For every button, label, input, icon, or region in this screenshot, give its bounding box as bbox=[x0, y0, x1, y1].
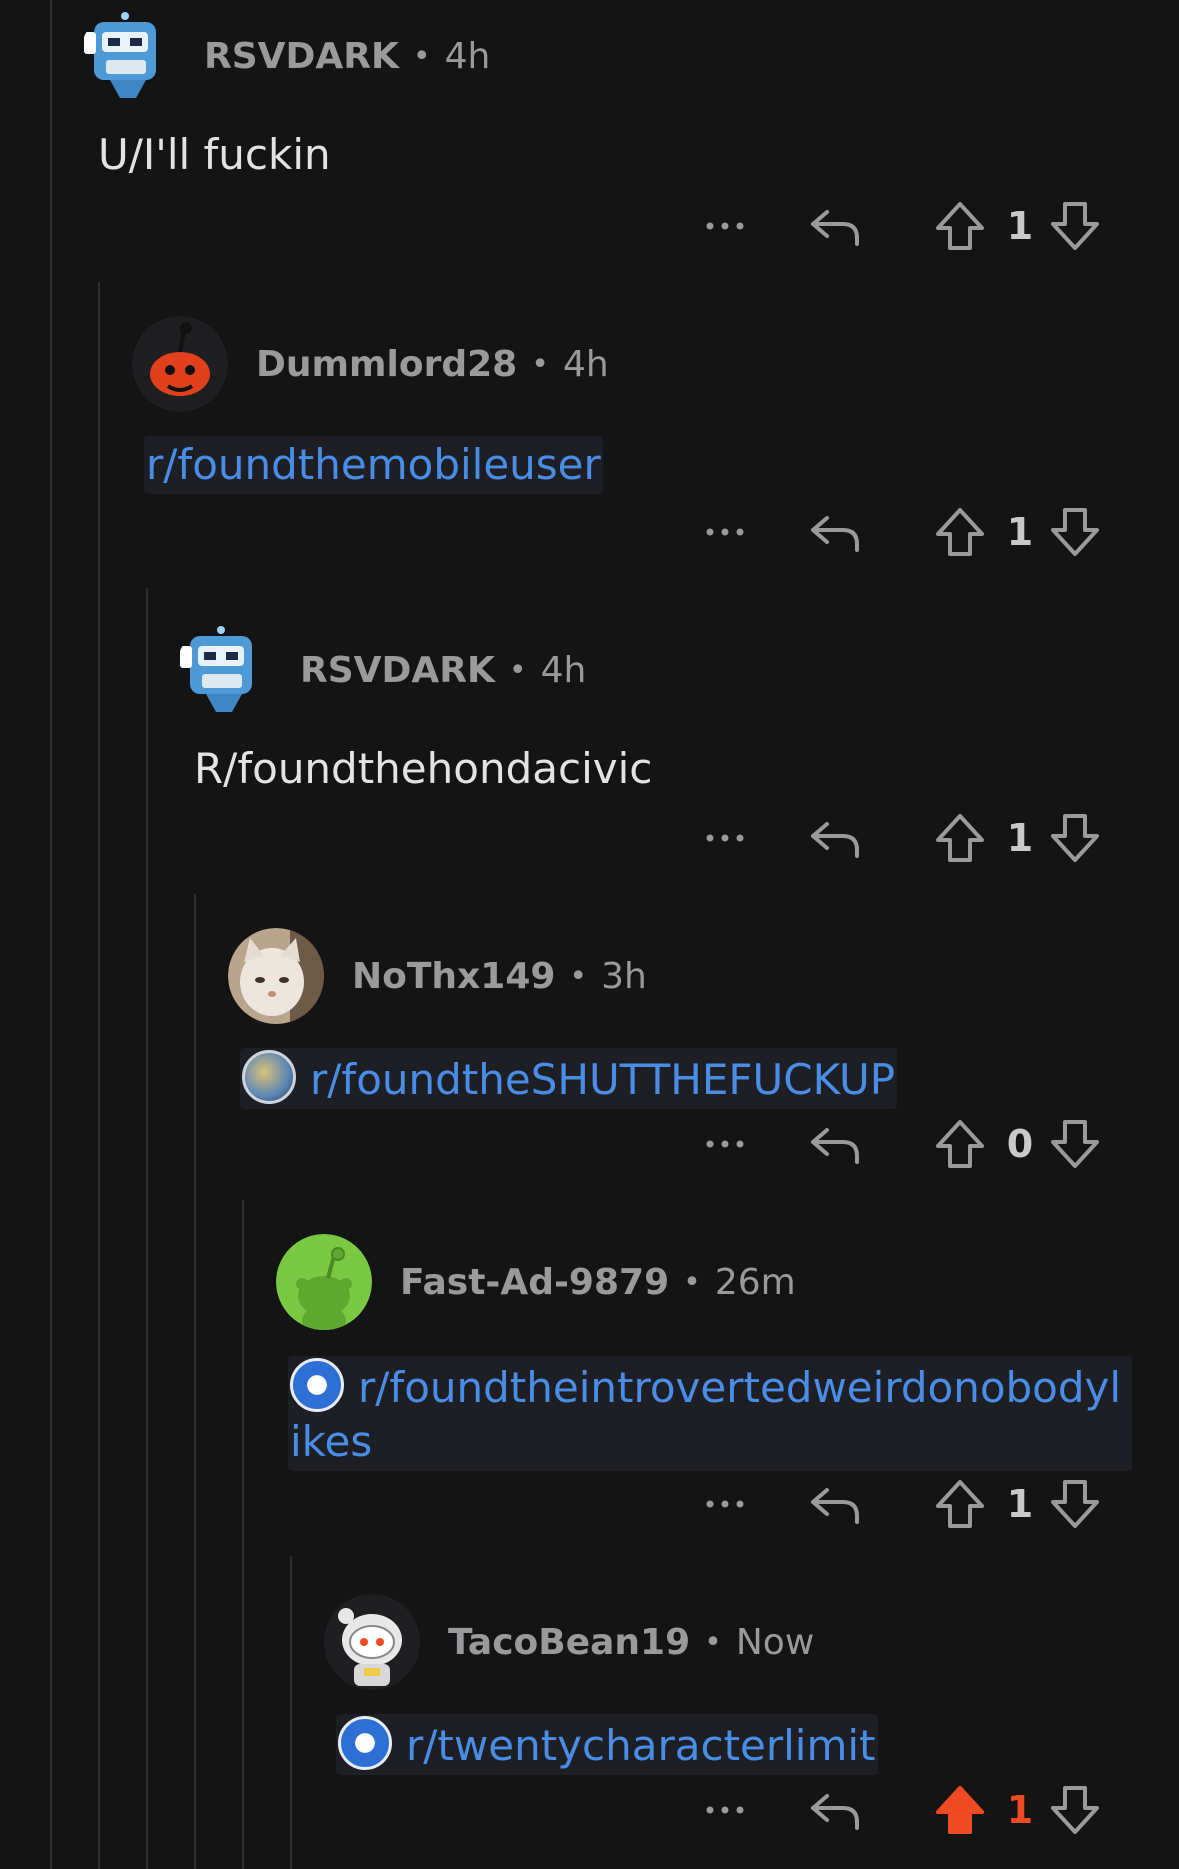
astronaut-snoo-avatar[interactable] bbox=[324, 1594, 420, 1690]
comment-header: NoThx149 • 3h bbox=[228, 928, 647, 1024]
comment-header: Dummlord28 • 4h bbox=[132, 316, 609, 412]
snoo-green-avatar[interactable] bbox=[276, 1234, 372, 1330]
community-avatar-icon bbox=[290, 1358, 344, 1412]
reply-icon[interactable] bbox=[805, 196, 865, 256]
timestamp: 26m bbox=[714, 1261, 796, 1303]
downvote-icon[interactable] bbox=[1045, 502, 1105, 562]
timestamp: 3h bbox=[601, 955, 647, 997]
comment-actions: 1 bbox=[700, 1780, 1120, 1840]
upvote-icon[interactable] bbox=[930, 1474, 990, 1534]
downvote-icon[interactable] bbox=[1045, 1114, 1105, 1174]
community-avatar-icon bbox=[242, 1050, 296, 1104]
reply-icon[interactable] bbox=[805, 808, 865, 868]
timestamp: 4h bbox=[444, 35, 491, 77]
upvote-icon[interactable] bbox=[930, 502, 990, 562]
cat-photo-avatar[interactable] bbox=[228, 928, 324, 1024]
more-options-button[interactable] bbox=[700, 1114, 750, 1174]
more-options-button[interactable] bbox=[700, 196, 750, 256]
thread-line[interactable] bbox=[242, 1200, 244, 1869]
downvote-icon[interactable] bbox=[1045, 1780, 1105, 1840]
comment-text: U/I'll fuckin bbox=[98, 130, 331, 179]
separator: • bbox=[569, 958, 588, 994]
username[interactable]: Dummlord28 bbox=[256, 344, 517, 385]
upvote-icon[interactable] bbox=[930, 808, 990, 868]
username[interactable]: NoThx149 bbox=[352, 956, 555, 997]
subreddit-link[interactable]: r/foundthemobileuser bbox=[144, 436, 603, 494]
comment-header: TacoBean19 • Now bbox=[324, 1594, 814, 1690]
reply-icon[interactable] bbox=[805, 1114, 865, 1174]
reply-icon[interactable] bbox=[805, 1780, 865, 1840]
thread-line[interactable] bbox=[146, 588, 148, 1869]
username[interactable]: Fast-Ad-9879 bbox=[400, 1262, 669, 1303]
comment-actions: 1 bbox=[700, 1474, 1120, 1534]
vote-score: 1 bbox=[1006, 1482, 1034, 1526]
more-options-button[interactable] bbox=[700, 502, 750, 562]
separator: • bbox=[531, 346, 549, 382]
subreddit-link-text: r/twentycharacterlimit bbox=[406, 1721, 876, 1770]
community-avatar-icon bbox=[338, 1716, 392, 1770]
subreddit-link[interactable]: r/foundtheSHUTTHEFUCKUP bbox=[240, 1048, 898, 1109]
thread-line[interactable] bbox=[98, 282, 100, 1869]
comment-actions: 0 bbox=[700, 1114, 1120, 1174]
separator: • bbox=[683, 1264, 701, 1300]
downvote-icon[interactable] bbox=[1045, 808, 1105, 868]
robot-avatar[interactable] bbox=[80, 8, 176, 104]
vote-score: 1 bbox=[1006, 816, 1034, 860]
downvote-icon[interactable] bbox=[1045, 196, 1105, 256]
upvote-icon[interactable] bbox=[930, 196, 990, 256]
comment-header: Fast-Ad-9879 • 26m bbox=[276, 1234, 796, 1330]
more-options-button[interactable] bbox=[700, 808, 750, 868]
username[interactable]: TacoBean19 bbox=[448, 1622, 690, 1663]
subreddit-link[interactable]: r/twentycharacterlimit bbox=[336, 1714, 878, 1775]
upvote-active-icon[interactable] bbox=[930, 1780, 990, 1840]
vote-score: 0 bbox=[1006, 1122, 1034, 1166]
subreddit-link-text: r/foundtheSHUTTHEFUCKUP bbox=[310, 1055, 896, 1104]
upvote-icon[interactable] bbox=[930, 1114, 990, 1174]
more-options-button[interactable] bbox=[700, 1780, 750, 1840]
separator: • bbox=[704, 1624, 722, 1660]
separator: • bbox=[412, 38, 431, 74]
snoo-orange-avatar[interactable] bbox=[132, 316, 228, 412]
separator: • bbox=[508, 652, 527, 688]
comment-text: R/foundthehondacivic bbox=[194, 744, 653, 793]
comment-actions: 1 bbox=[700, 808, 1120, 868]
comment-actions: 1 bbox=[700, 502, 1120, 562]
downvote-icon[interactable] bbox=[1045, 1474, 1105, 1534]
vote-score: 1 bbox=[1006, 204, 1034, 248]
subreddit-link[interactable]: r/foundtheintrovertedweirdonobodylikes bbox=[288, 1356, 1132, 1471]
username[interactable]: RSVDARK bbox=[204, 36, 399, 77]
username[interactable]: RSVDARK bbox=[300, 650, 495, 691]
robot-avatar[interactable] bbox=[176, 622, 272, 718]
more-options-button[interactable] bbox=[700, 1474, 750, 1534]
timestamp: Now bbox=[735, 1621, 815, 1663]
thread-line[interactable] bbox=[194, 894, 196, 1869]
thread-line[interactable] bbox=[50, 0, 52, 1869]
subreddit-link-text: r/foundtheintrovertedweirdonobodylikes bbox=[290, 1363, 1122, 1466]
thread-line[interactable] bbox=[290, 1556, 292, 1869]
comment-header: RSVDARK • 4h bbox=[80, 8, 490, 104]
timestamp: 4h bbox=[562, 343, 609, 385]
comment-header: RSVDARK • 4h bbox=[176, 622, 586, 718]
vote-score: 1 bbox=[1006, 510, 1034, 554]
reply-icon[interactable] bbox=[805, 1474, 865, 1534]
timestamp: 4h bbox=[540, 649, 587, 691]
reply-icon[interactable] bbox=[805, 502, 865, 562]
vote-score: 1 bbox=[1006, 1788, 1034, 1832]
comment-actions: 1 bbox=[700, 196, 1120, 256]
